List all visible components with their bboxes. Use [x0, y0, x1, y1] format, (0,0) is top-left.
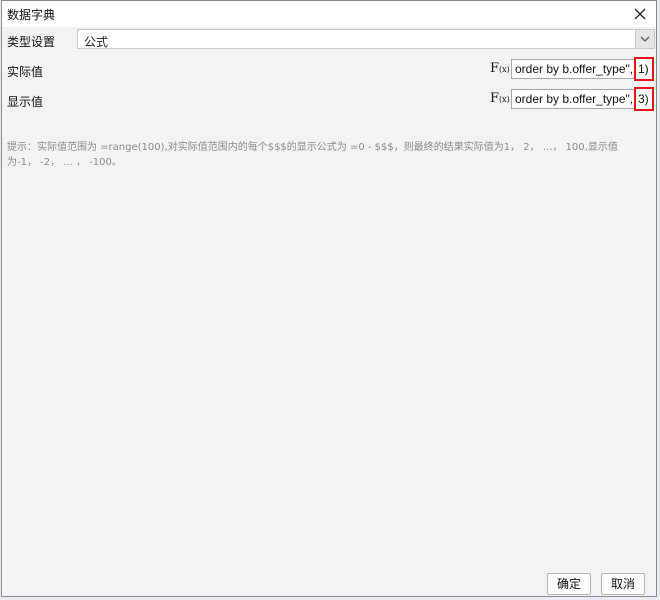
actual-value-label: 实际值	[7, 65, 44, 79]
actual-value-formula-text: order by b.offer_type",	[515, 62, 634, 76]
formula-icon-display[interactable]: F(x)	[490, 91, 510, 106]
hint-text: 提示：实际值范围为 =range(100),对实际值范围内的每个$$$的显示公式…	[7, 142, 618, 168]
data-dictionary-dialog: 数据字典 类型设置 公式 实际值 F(x) order by b.offer_t…	[1, 0, 657, 597]
actual-value-highlight-text: 1)	[638, 62, 649, 76]
close-icon	[634, 8, 646, 20]
actual-value-highlight: 1)	[634, 57, 654, 81]
chevron-down-icon	[640, 36, 650, 42]
type-select[interactable]: 公式	[77, 29, 655, 49]
display-value-highlight: 3)	[634, 87, 654, 111]
display-value-formula-input[interactable]: order by b.offer_type",	[511, 89, 635, 109]
display-value-highlight-text: 3)	[638, 92, 649, 106]
type-select-value: 公式	[84, 35, 109, 49]
type-setting-label: 类型设置	[7, 35, 56, 49]
dialog-title: 数据字典	[7, 8, 56, 22]
close-button[interactable]	[630, 4, 650, 24]
ok-button[interactable]: 确定	[547, 573, 591, 595]
title-bar: 数据字典	[2, 1, 656, 27]
display-value-label: 显示值	[7, 95, 44, 109]
actual-value-formula-input[interactable]: order by b.offer_type",	[511, 59, 635, 79]
formula-icon-actual[interactable]: F(x)	[490, 61, 510, 76]
cancel-button[interactable]: 取消	[601, 573, 645, 595]
select-arrow-button[interactable]	[635, 30, 654, 48]
display-value-formula-text: order by b.offer_type",	[515, 92, 634, 106]
